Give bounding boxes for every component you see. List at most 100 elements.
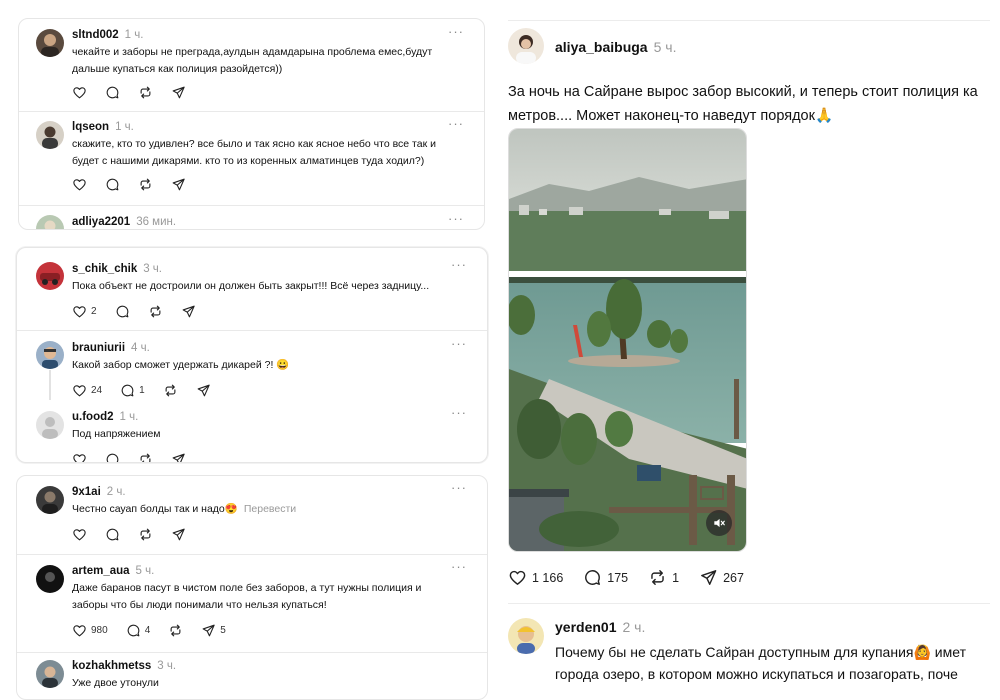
username[interactable]: artem_aua 5 ч. bbox=[72, 565, 154, 577]
post-text: Почему бы не сделать Сайран доступным дл… bbox=[555, 644, 966, 682]
more-icon[interactable]: ··· bbox=[451, 480, 467, 495]
repost-button[interactable] bbox=[148, 304, 163, 319]
avatar[interactable] bbox=[36, 262, 64, 290]
repost-button[interactable] bbox=[138, 527, 153, 542]
repost-button[interactable]: 1 bbox=[648, 568, 679, 587]
timestamp: 5 ч. bbox=[135, 565, 155, 577]
username[interactable]: aliya_baibuga 5 ч. bbox=[555, 39, 676, 55]
reply-count: 1 bbox=[139, 385, 145, 396]
post-action-bar: 1 166 175 1 267 bbox=[508, 568, 764, 587]
comment-icon bbox=[583, 568, 602, 587]
heart-icon bbox=[72, 177, 87, 192]
share-button[interactable] bbox=[171, 452, 186, 463]
timestamp: 2 ч. bbox=[106, 486, 126, 498]
comment-post: sltnd002 1 ч. ··· чекайте и заборы не пре… bbox=[19, 19, 484, 111]
heart-icon bbox=[72, 527, 87, 542]
avatar[interactable] bbox=[36, 411, 64, 439]
timestamp: 1 ч. bbox=[124, 29, 144, 41]
avatar[interactable] bbox=[36, 341, 64, 369]
reply-button[interactable] bbox=[105, 85, 120, 100]
avatar[interactable] bbox=[36, 486, 64, 514]
repost-button[interactable] bbox=[163, 383, 178, 398]
timestamp: 1 ч. bbox=[115, 121, 134, 133]
share-button[interactable] bbox=[196, 383, 211, 398]
like-button[interactable]: 24 bbox=[72, 383, 102, 398]
repost-icon bbox=[168, 623, 183, 638]
more-icon[interactable]: ··· bbox=[451, 257, 467, 272]
comment-post: u.food2 1 ч. ··· Под напряжением bbox=[17, 402, 487, 463]
send-icon bbox=[171, 527, 186, 542]
like-button[interactable]: 1 166 bbox=[508, 568, 563, 587]
send-icon bbox=[171, 85, 186, 100]
timestamp: 36 мин. bbox=[136, 216, 177, 228]
username[interactable]: lqseon 1 ч. bbox=[72, 121, 134, 133]
like-button[interactable] bbox=[72, 85, 87, 100]
like-button[interactable]: 980 bbox=[72, 623, 108, 638]
username[interactable]: 9x1ai 2 ч. bbox=[72, 486, 126, 498]
send-icon bbox=[171, 452, 186, 463]
main-post-panel: aliya_baibuga 5 ч. За ночь на Сайране выр… bbox=[497, 0, 1000, 700]
username[interactable]: s_chik_chik 3 ч. bbox=[72, 263, 162, 275]
mute-button[interactable] bbox=[706, 510, 732, 536]
like-button[interactable] bbox=[72, 177, 87, 192]
reply-button[interactable]: 1 bbox=[120, 383, 145, 398]
username[interactable]: adliya2201 36 мин. bbox=[72, 216, 176, 228]
heart-icon bbox=[72, 304, 87, 319]
avatar[interactable] bbox=[36, 215, 64, 229]
send-icon bbox=[201, 623, 216, 638]
username[interactable]: brauniurii 4 ч. bbox=[72, 342, 150, 354]
repost-button[interactable] bbox=[138, 85, 153, 100]
send-icon bbox=[699, 568, 718, 587]
avatar[interactable] bbox=[36, 565, 64, 593]
avatar[interactable] bbox=[36, 660, 64, 688]
more-icon[interactable]: ··· bbox=[448, 211, 464, 226]
comment-icon bbox=[105, 85, 120, 100]
username[interactable]: yerden01 2 ч. bbox=[555, 619, 645, 635]
share-button[interactable] bbox=[171, 177, 186, 192]
more-icon[interactable]: ··· bbox=[451, 559, 467, 574]
like-count: 24 bbox=[91, 385, 103, 396]
share-button[interactable]: 5 bbox=[201, 623, 226, 638]
share-button[interactable] bbox=[171, 85, 186, 100]
repost-button[interactable] bbox=[138, 177, 153, 192]
translate-link[interactable]: Перевести bbox=[244, 503, 296, 515]
post-video[interactable] bbox=[508, 128, 747, 552]
reply-button[interactable] bbox=[105, 177, 120, 192]
share-button[interactable] bbox=[181, 304, 196, 319]
comment-icon bbox=[105, 177, 120, 192]
more-icon[interactable]: ··· bbox=[451, 405, 467, 420]
repost-button[interactable] bbox=[138, 452, 153, 463]
avatar[interactable] bbox=[508, 618, 544, 654]
repost-button[interactable] bbox=[168, 623, 183, 638]
username[interactable]: sltnd002 1 ч. bbox=[72, 29, 143, 41]
repost-icon bbox=[138, 452, 153, 463]
more-icon[interactable]: ··· bbox=[448, 116, 464, 131]
like-count: 1 166 bbox=[532, 570, 564, 585]
share-button[interactable]: 267 bbox=[699, 568, 744, 587]
share-button[interactable] bbox=[171, 527, 186, 542]
like-button[interactable] bbox=[72, 452, 87, 463]
avatar[interactable] bbox=[36, 121, 64, 149]
reply-button[interactable] bbox=[115, 304, 130, 319]
avatar[interactable] bbox=[508, 28, 544, 64]
timestamp: 3 ч. bbox=[157, 660, 177, 672]
comment-text: Честно сауап болды так и надо😍 Перевести bbox=[72, 503, 297, 515]
like-button[interactable] bbox=[72, 527, 87, 542]
username[interactable]: kozhakhmetss 3 ч. bbox=[72, 660, 176, 672]
repost-icon bbox=[138, 177, 153, 192]
send-icon bbox=[181, 304, 196, 319]
reply-button[interactable] bbox=[105, 527, 120, 542]
comments-panel-a: sltnd002 1 ч. ··· чекайте и заборы не пре… bbox=[18, 18, 485, 230]
reply-button[interactable] bbox=[105, 452, 120, 463]
like-count: 980 bbox=[91, 625, 108, 636]
action-bar: 24 1 bbox=[72, 383, 229, 398]
reply-button[interactable]: 4 bbox=[126, 623, 150, 638]
mute-icon bbox=[714, 518, 725, 528]
avatar[interactable] bbox=[36, 29, 64, 57]
like-button[interactable]: 2 bbox=[72, 304, 97, 319]
more-icon[interactable]: ··· bbox=[451, 336, 467, 351]
reply-button[interactable]: 175 bbox=[583, 568, 628, 587]
more-icon[interactable]: ··· bbox=[448, 24, 464, 39]
username[interactable]: u.food2 1 ч. bbox=[72, 411, 138, 423]
timestamp: 3 ч. bbox=[143, 263, 162, 275]
